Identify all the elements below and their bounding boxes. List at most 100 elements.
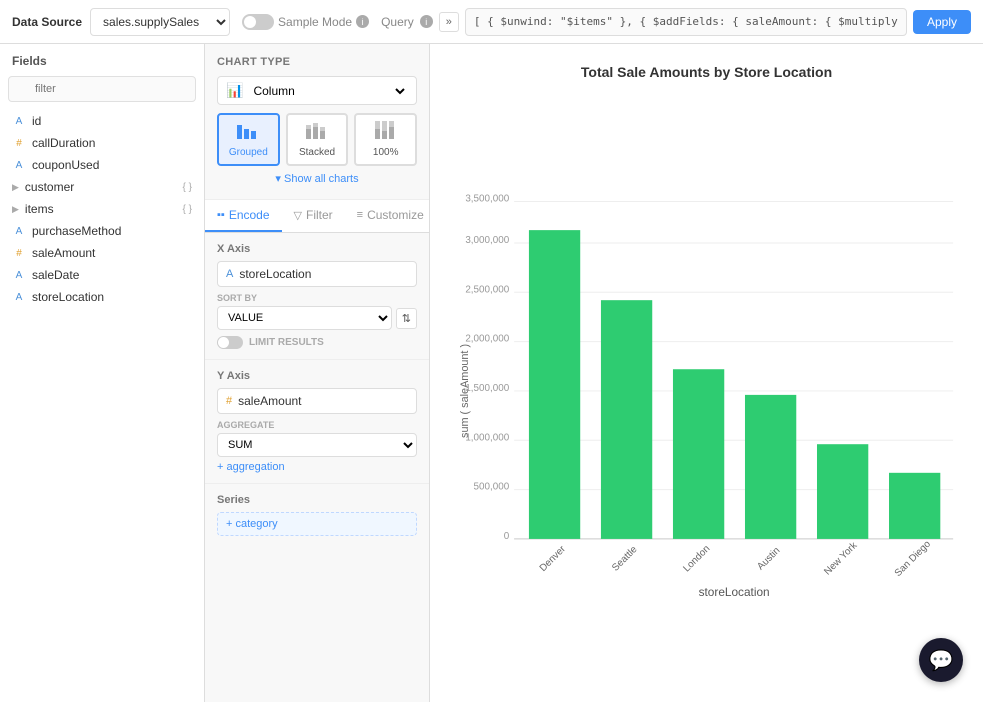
field-name-id: id bbox=[32, 114, 192, 128]
chart-type-title: Chart Type bbox=[217, 56, 417, 68]
field-item-saleDate[interactable]: A saleDate bbox=[0, 264, 204, 286]
bar-london[interactable] bbox=[673, 369, 724, 539]
chart-variant-stacked[interactable]: Stacked bbox=[286, 113, 349, 166]
y-field-name: saleAmount bbox=[238, 394, 301, 408]
tab-encode[interactable]: ▪▪ Encode bbox=[205, 200, 282, 232]
field-name-customer: customer bbox=[25, 180, 177, 194]
x-label-london: London bbox=[681, 543, 712, 574]
y-axis-field: # saleAmount bbox=[217, 388, 417, 414]
bar-denver[interactable] bbox=[529, 230, 580, 539]
encode-tabs: ▪▪ Encode ▽ Filter ≡ Customize bbox=[205, 200, 429, 233]
tab-customize[interactable]: ≡ Customize bbox=[345, 200, 430, 232]
field-name-items: items bbox=[25, 202, 177, 216]
field-item-customer[interactable]: ▶ customer { } bbox=[0, 176, 204, 198]
series-section: Series + category bbox=[205, 484, 429, 546]
bar-austin[interactable] bbox=[745, 395, 796, 539]
chart-area: Total Sale Amounts by Store Location sum… bbox=[430, 44, 983, 702]
field-name-saleDate: saleDate bbox=[32, 268, 192, 282]
sort-select[interactable]: VALUE LABEL ASCENDING DESCENDING bbox=[217, 306, 392, 330]
sample-mode-info-icon[interactable]: i bbox=[356, 15, 369, 28]
sample-mode-group: Sample Mode i bbox=[242, 14, 369, 30]
chart-container: sum ( saleAmount ) 0 500,000 1,000,000 1… bbox=[450, 90, 963, 682]
field-item-callDuration[interactable]: # callDuration bbox=[0, 132, 204, 154]
field-type-icon-id: A bbox=[12, 116, 26, 127]
chart-variant-grouped[interactable]: Grouped bbox=[217, 113, 280, 166]
field-item-couponUsed[interactable]: A couponUsed bbox=[0, 154, 204, 176]
field-brackets-items: { } bbox=[183, 204, 192, 215]
limit-label: LIMIT RESULTS bbox=[249, 337, 324, 348]
top-bar: Data Source sales.supplySales Sample Mod… bbox=[0, 0, 983, 44]
chevron-down-icon: ▾ bbox=[275, 173, 281, 185]
field-name-storeLocation: storeLocation bbox=[32, 290, 192, 304]
field-item-items[interactable]: ▶ items { } bbox=[0, 198, 204, 220]
chart-type-section: Chart Type 📊 Column Bar Line Area Pie Sc… bbox=[205, 44, 429, 200]
field-item-id[interactable]: A id bbox=[0, 110, 204, 132]
query-input[interactable] bbox=[465, 8, 907, 36]
bar-seattle[interactable] bbox=[601, 300, 652, 539]
fields-sidebar: Fields 🔍 A id # callDuration A couponUse… bbox=[0, 44, 205, 702]
datasource-select[interactable]: sales.supplySales bbox=[90, 8, 230, 36]
filter-wrap: 🔍 bbox=[0, 76, 204, 110]
show-all-charts-link[interactable]: ▾ Show all charts bbox=[217, 166, 417, 187]
svg-text:3,500,000: 3,500,000 bbox=[465, 194, 509, 205]
query-label: Query bbox=[381, 15, 414, 29]
chart-title: Total Sale Amounts by Store Location bbox=[581, 64, 832, 80]
customize-icon: ≡ bbox=[357, 209, 363, 221]
add-aggregation-link[interactable]: + aggregation bbox=[217, 461, 417, 473]
datasource-label: Data Source bbox=[12, 15, 82, 29]
svg-text:1,000,000: 1,000,000 bbox=[465, 432, 509, 443]
bar-sandiego[interactable] bbox=[889, 473, 940, 539]
x-axis-field: A storeLocation bbox=[217, 261, 417, 287]
middle-panel: Chart Type 📊 Column Bar Line Area Pie Sc… bbox=[205, 44, 430, 702]
aggregate-select[interactable]: SUM AVG COUNT MIN MAX bbox=[217, 433, 417, 457]
field-item-saleAmount[interactable]: # saleAmount bbox=[0, 242, 204, 264]
bar-newyork[interactable] bbox=[817, 444, 868, 539]
stacked-label: Stacked bbox=[299, 147, 335, 158]
sample-mode-toggle[interactable] bbox=[242, 14, 274, 30]
chart-type-select-wrap[interactable]: 📊 Column Bar Line Area Pie Scatter bbox=[217, 76, 417, 105]
field-name-callDuration: callDuration bbox=[32, 136, 192, 150]
apply-button[interactable]: Apply bbox=[913, 10, 971, 34]
stacked-icon bbox=[296, 121, 339, 144]
sort-by-label: SORT BY bbox=[217, 293, 417, 303]
field-type-icon-couponUsed: A bbox=[12, 160, 26, 171]
sort-select-wrap: VALUE LABEL ASCENDING DESCENDING ⇅ bbox=[217, 306, 417, 330]
field-name-saleAmount: saleAmount bbox=[32, 246, 192, 260]
chart-variant-100[interactable]: 100% bbox=[354, 113, 417, 166]
field-name-purchaseMethod: purchaseMethod bbox=[32, 224, 192, 238]
chat-icon: 💬 bbox=[929, 648, 954, 673]
x-axis-section: X Axis A storeLocation SORT BY VALUE LAB… bbox=[205, 233, 429, 360]
field-name-couponUsed: couponUsed bbox=[32, 158, 192, 172]
field-type-icon-saleDate: A bbox=[12, 270, 26, 281]
encode-icon: ▪▪ bbox=[217, 209, 225, 221]
limit-row: LIMIT RESULTS bbox=[217, 336, 417, 349]
field-item-storeLocation[interactable]: A storeLocation bbox=[0, 286, 204, 308]
field-item-purchaseMethod[interactable]: A purchaseMethod bbox=[0, 220, 204, 242]
y-field-type-icon: # bbox=[226, 395, 232, 407]
x-field-name: storeLocation bbox=[239, 267, 311, 281]
query-info-icon[interactable]: i bbox=[420, 15, 433, 28]
add-category-link[interactable]: + category bbox=[217, 512, 417, 536]
field-type-icon-saleAmount: # bbox=[12, 248, 26, 259]
filter-input[interactable] bbox=[8, 76, 196, 102]
svg-text:0: 0 bbox=[504, 531, 510, 542]
sidebar-title: Fields bbox=[0, 54, 204, 76]
main-layout: Fields 🔍 A id # callDuration A couponUse… bbox=[0, 44, 983, 702]
arrow-button[interactable]: » bbox=[439, 12, 459, 32]
chart-type-dropdown[interactable]: Column Bar Line Area Pie Scatter bbox=[249, 83, 408, 99]
hundred-label: 100% bbox=[373, 147, 399, 158]
x-axis-title: X Axis bbox=[217, 243, 417, 255]
x-label-austin: Austin bbox=[755, 545, 782, 572]
query-group: Query i » Apply bbox=[381, 8, 971, 36]
svg-text:2,500,000: 2,500,000 bbox=[465, 284, 509, 295]
svg-text:500,000: 500,000 bbox=[474, 482, 510, 493]
tab-filter[interactable]: ▽ Filter bbox=[282, 200, 345, 232]
x-label-sandiego: San Diego bbox=[893, 538, 934, 579]
chart-variants: Grouped Stacked bbox=[217, 113, 417, 166]
column-chart-icon: 📊 bbox=[226, 82, 243, 99]
sort-direction-btn[interactable]: ⇅ bbox=[396, 308, 417, 329]
chat-button[interactable]: 💬 bbox=[919, 638, 963, 682]
grouped-label: Grouped bbox=[229, 147, 268, 158]
limit-toggle[interactable] bbox=[217, 336, 243, 349]
svg-text:3,000,000: 3,000,000 bbox=[465, 235, 509, 246]
